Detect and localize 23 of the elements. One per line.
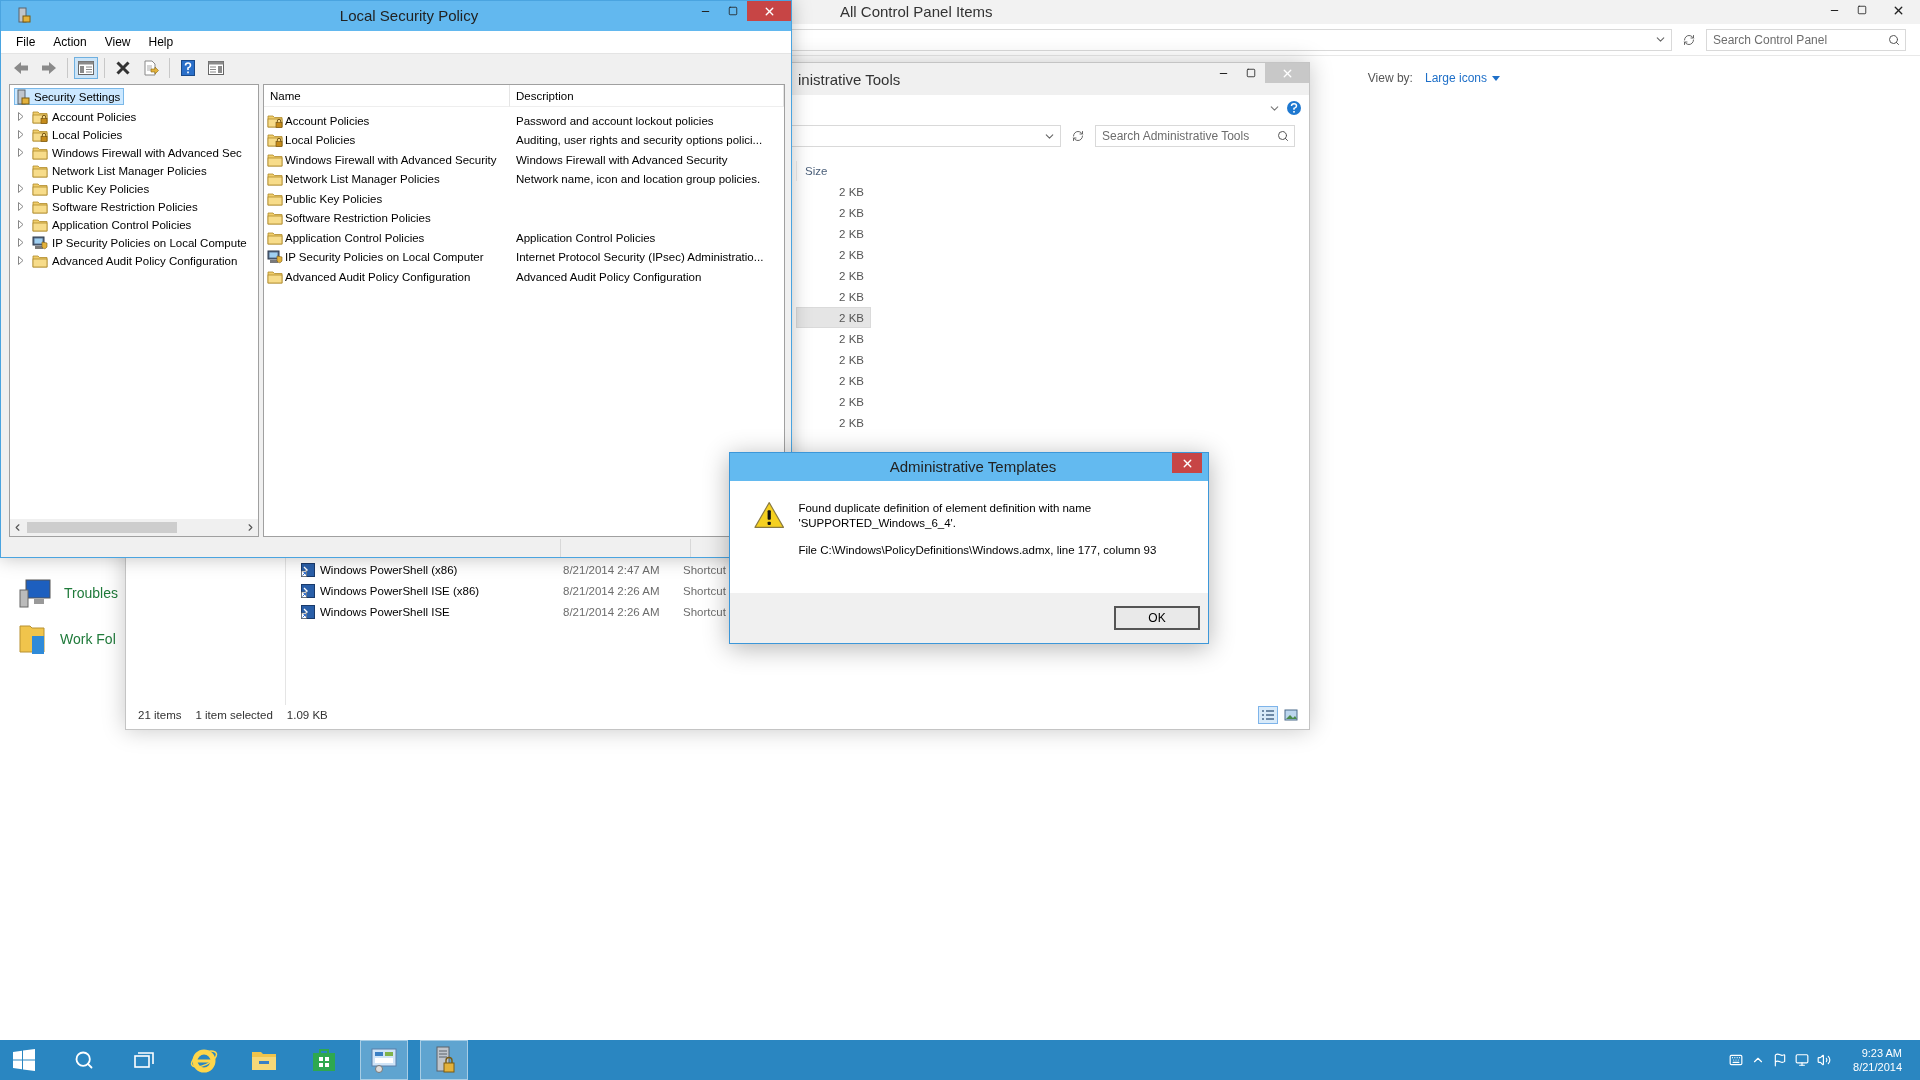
window-title: All Control Panel Items <box>840 3 993 20</box>
file-type: Shortcut <box>682 583 727 599</box>
selection-status: 1 item selected <box>195 709 273 721</box>
date-modified: 8/21/2014 2:26 AM <box>562 604 661 620</box>
item-description: Application Control Policies <box>515 230 657 246</box>
item-description: Windows Firewall with Advanced Security <box>515 152 729 168</box>
file-type: Shortcut <box>682 562 727 578</box>
item-description: Password and account lockout policies <box>515 113 715 129</box>
window-title: inistrative Tools <box>798 71 901 88</box>
selection-size: 1.09 KB <box>286 709 328 721</box>
item-description: Advanced Audit Policy Configuration <box>515 269 703 285</box>
error-location: File C:\Windows\PolicyDefinitions\Windows.admx, line 177, column 93 <box>798 543 1158 558</box>
dialog-title: Administrative Templates <box>888 457 1058 475</box>
error-message: Found duplicate definition of element definition with name 'SUPPORTED_Windows_6_4'. <box>798 501 1093 531</box>
item-description: Internet Protocol Security (IPsec) Administratio... <box>515 250 765 266</box>
file-type: Shortcut <box>682 604 727 620</box>
view-by-label: View by: <box>1367 71 1413 85</box>
date-modified: 8/21/2014 2:26 AM <box>562 583 661 599</box>
item-description: Network name, icon and location group policies. <box>515 172 762 188</box>
date-modified: 8/21/2014 2:47 AM <box>562 562 661 578</box>
window-title: Local Security Policy <box>338 6 480 24</box>
item-description: Auditing, user rights and security options polici... <box>515 133 764 149</box>
item-count: 21 items <box>138 709 182 721</box>
